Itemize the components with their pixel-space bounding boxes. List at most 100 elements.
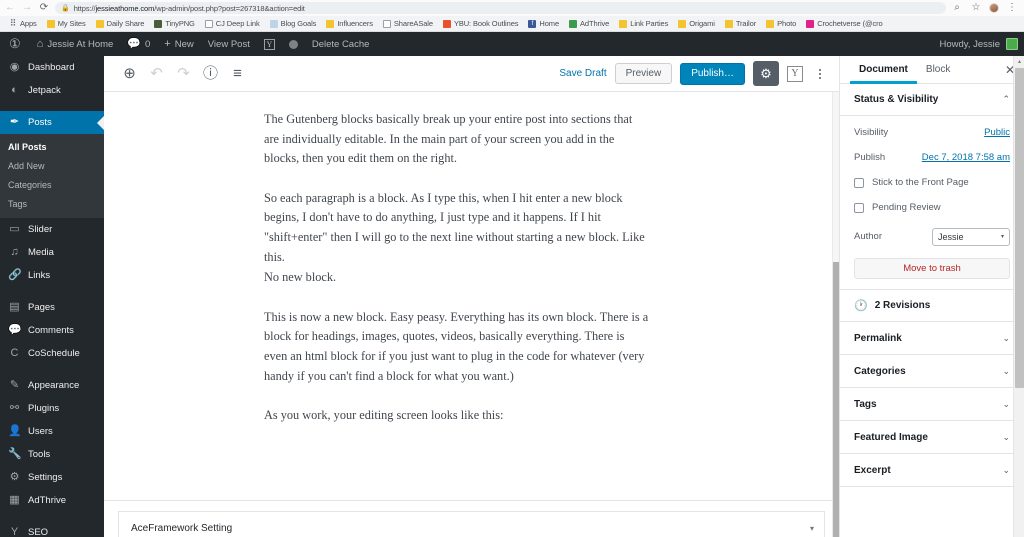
bookmark-item[interactable]: Crochetverse (@cro — [801, 17, 887, 31]
bookmark-item[interactable]: Origami — [673, 17, 720, 31]
move-to-trash-button[interactable]: Move to trash — [854, 258, 1010, 279]
revisions-row[interactable]: 🕐 2 Revisions — [840, 289, 1024, 322]
info-circle-icon[interactable]: ⓘ — [197, 60, 224, 87]
chevron-up-icon[interactable]: ⌃ — [1002, 94, 1010, 105]
bookmark-item[interactable]: f Home — [523, 17, 564, 31]
submenu-item-tags[interactable]: Tags — [0, 194, 104, 213]
sticky-checkbox-row[interactable]: Stick to the Front Page — [854, 170, 1010, 195]
site-name-menu[interactable]: ⌂ Jessie At Home — [30, 32, 121, 56]
sidebar-item-posts[interactable]: ✒ Posts — [0, 111, 104, 134]
yoast-icon[interactable]: Y — [787, 65, 803, 82]
settings-scrollbar[interactable]: ▴ ▾ — [1013, 56, 1024, 537]
bookmark-item[interactable]: ShareASale — [378, 17, 438, 31]
paragraph-block[interactable]: No new block. — [264, 268, 650, 288]
paragraph-block[interactable]: The Gutenberg blocks basically break up … — [264, 110, 650, 169]
new-content-menu[interactable]: + New — [157, 32, 200, 56]
profile-avatar-icon[interactable] — [989, 3, 999, 13]
address-bar[interactable]: 🔒 https://jessieathome.com/wp-admin/post… — [55, 2, 946, 14]
panel-tags[interactable]: Tags ⌄ — [840, 388, 1024, 421]
bookmark-item[interactable]: YBU: Book Outlines — [438, 17, 523, 31]
gear-icon[interactable]: ⚙ — [753, 61, 779, 86]
reload-icon[interactable]: ⟳ — [38, 2, 50, 14]
chrome-menu-icon[interactable]: ⋮ — [1006, 2, 1018, 14]
panel-featured-image[interactable]: Featured Image ⌄ — [840, 421, 1024, 454]
publish-date-button[interactable]: Dec 7, 2018 7:58 am — [922, 152, 1010, 163]
post-content-canvas[interactable]: The Gutenberg blocks basically break up … — [104, 92, 839, 500]
comments-menu[interactable]: 💬 0 — [120, 32, 157, 56]
sidebar-item-seo[interactable]: Y SEO — [0, 521, 104, 537]
scroll-up-icon[interactable]: ▴ — [1014, 56, 1024, 67]
bookmark-item[interactable]: Daily Share — [91, 17, 150, 31]
sidebar-item-adthrive[interactable]: ▦ AdThrive — [0, 489, 104, 512]
aceframework-setting-metabox[interactable]: AceFramework Setting ▾ — [118, 511, 825, 537]
bookmark-item[interactable]: CJ Deep Link — [200, 17, 265, 31]
account-menu[interactable]: Howdy, Jessie — [939, 38, 1024, 50]
settings-scrollbar-thumb[interactable] — [1015, 68, 1024, 388]
bookmark-item[interactable]: ⠿ Apps — [4, 17, 42, 31]
chevron-down-icon[interactable]: ⌄ — [1002, 399, 1010, 410]
sidebar-item-users[interactable]: 👤 Users — [0, 420, 104, 443]
paragraph-block[interactable]: As you work, your editing screen looks l… — [264, 406, 650, 426]
view-post-link[interactable]: View Post — [201, 32, 257, 56]
apps-grid-icon: ⠿ — [9, 18, 17, 28]
panel-permalink[interactable]: Permalink ⌄ — [840, 322, 1024, 355]
visibility-value-button[interactable]: Public — [984, 127, 1010, 138]
tab-document[interactable]: Document — [850, 56, 917, 84]
sidebar-item-links[interactable]: 🔗 Links — [0, 264, 104, 287]
chevron-down-icon[interactable]: ⌄ — [1002, 432, 1010, 443]
wordpress-logo-icon[interactable]: ① — [0, 36, 30, 52]
sidebar-item-comments[interactable]: 💬 Comments — [0, 319, 104, 342]
paragraph-block[interactable]: So each paragraph is a block. As I type … — [264, 189, 650, 267]
pending-review-row[interactable]: Pending Review — [854, 195, 1010, 220]
bookmark-item[interactable]: Influencers — [321, 17, 378, 31]
editor-scrollbar[interactable] — [832, 92, 839, 537]
chevron-down-icon[interactable]: ⌄ — [1002, 366, 1010, 377]
author-select[interactable]: Jessie ▾ — [932, 227, 1010, 246]
bookmark-item[interactable]: Photo — [761, 17, 801, 31]
submenu-item-all-posts[interactable]: All Posts — [0, 137, 104, 156]
pending-review-checkbox[interactable] — [854, 202, 864, 213]
bookmark-item[interactable]: My Sites — [42, 17, 91, 31]
undo-arrow-icon[interactable]: ↶ — [143, 60, 170, 87]
sidebar-item-jetpack[interactable]: ◐ Jetpack — [0, 79, 104, 102]
panel-excerpt[interactable]: Excerpt ⌄ — [840, 454, 1024, 487]
bookmark-item[interactable]: Trailor — [720, 17, 761, 31]
sidebar-item-pages[interactable]: ▤ Pages — [0, 296, 104, 319]
bookmark-item[interactable]: Blog Goals — [265, 17, 322, 31]
sidebar-item-media[interactable]: ♫ Media — [0, 241, 104, 264]
forward-icon[interactable]: → — [21, 2, 33, 14]
preview-button[interactable]: Preview — [614, 63, 673, 84]
back-icon[interactable]: ← — [4, 2, 16, 14]
chevron-down-icon[interactable]: ⌄ — [1002, 333, 1010, 344]
status-indicator[interactable] — [282, 32, 305, 56]
add-block-icon[interactable]: ⊕ — [116, 60, 143, 87]
tab-block[interactable]: Block — [917, 56, 959, 83]
status-visibility-header[interactable]: Status & Visibility ⌃ — [840, 84, 1024, 116]
publish-button[interactable]: Publish… — [680, 62, 745, 85]
panel-categories[interactable]: Categories ⌄ — [840, 355, 1024, 388]
submenu-item-categories[interactable]: Categories — [0, 175, 104, 194]
chevron-down-icon[interactable]: ⌄ — [1002, 465, 1010, 476]
kebab-menu-icon[interactable] — [811, 68, 829, 79]
sidebar-item-plugins[interactable]: ⚯ Plugins — [0, 397, 104, 420]
submenu-item-add-new[interactable]: Add New — [0, 156, 104, 175]
save-draft-button[interactable]: Save Draft — [559, 68, 606, 79]
sidebar-item-coschedule[interactable]: C CoSchedule — [0, 342, 104, 365]
bookmark-item[interactable]: TinyPNG — [149, 17, 199, 31]
sidebar-item-slider[interactable]: ▭ Slider — [0, 218, 104, 241]
sidebar-item-settings[interactable]: ⚙ Settings — [0, 466, 104, 489]
sidebar-item-tools[interactable]: 🔧 Tools — [0, 443, 104, 466]
bookmark-star-icon[interactable]: ☆ — [970, 2, 982, 14]
chevron-down-icon[interactable]: ▾ — [810, 524, 814, 533]
block-navigation-icon[interactable]: ≡ — [224, 60, 251, 87]
zoom-icon[interactable]: ⌕ — [951, 2, 963, 14]
yoast-menu[interactable]: Y — [257, 32, 282, 56]
sidebar-item-appearance[interactable]: ✎ Appearance — [0, 374, 104, 397]
sticky-checkbox[interactable] — [854, 177, 864, 188]
bookmark-item[interactable]: AdThrive — [564, 17, 614, 31]
bookmark-item[interactable]: Link Parties — [614, 17, 673, 31]
delete-cache-button[interactable]: Delete Cache — [305, 32, 377, 56]
sidebar-item-dashboard[interactable]: ◉ Dashboard — [0, 56, 104, 79]
paragraph-block[interactable]: This is now a new block. Easy peasy. Eve… — [264, 308, 650, 386]
redo-arrow-icon[interactable]: ↷ — [170, 60, 197, 87]
